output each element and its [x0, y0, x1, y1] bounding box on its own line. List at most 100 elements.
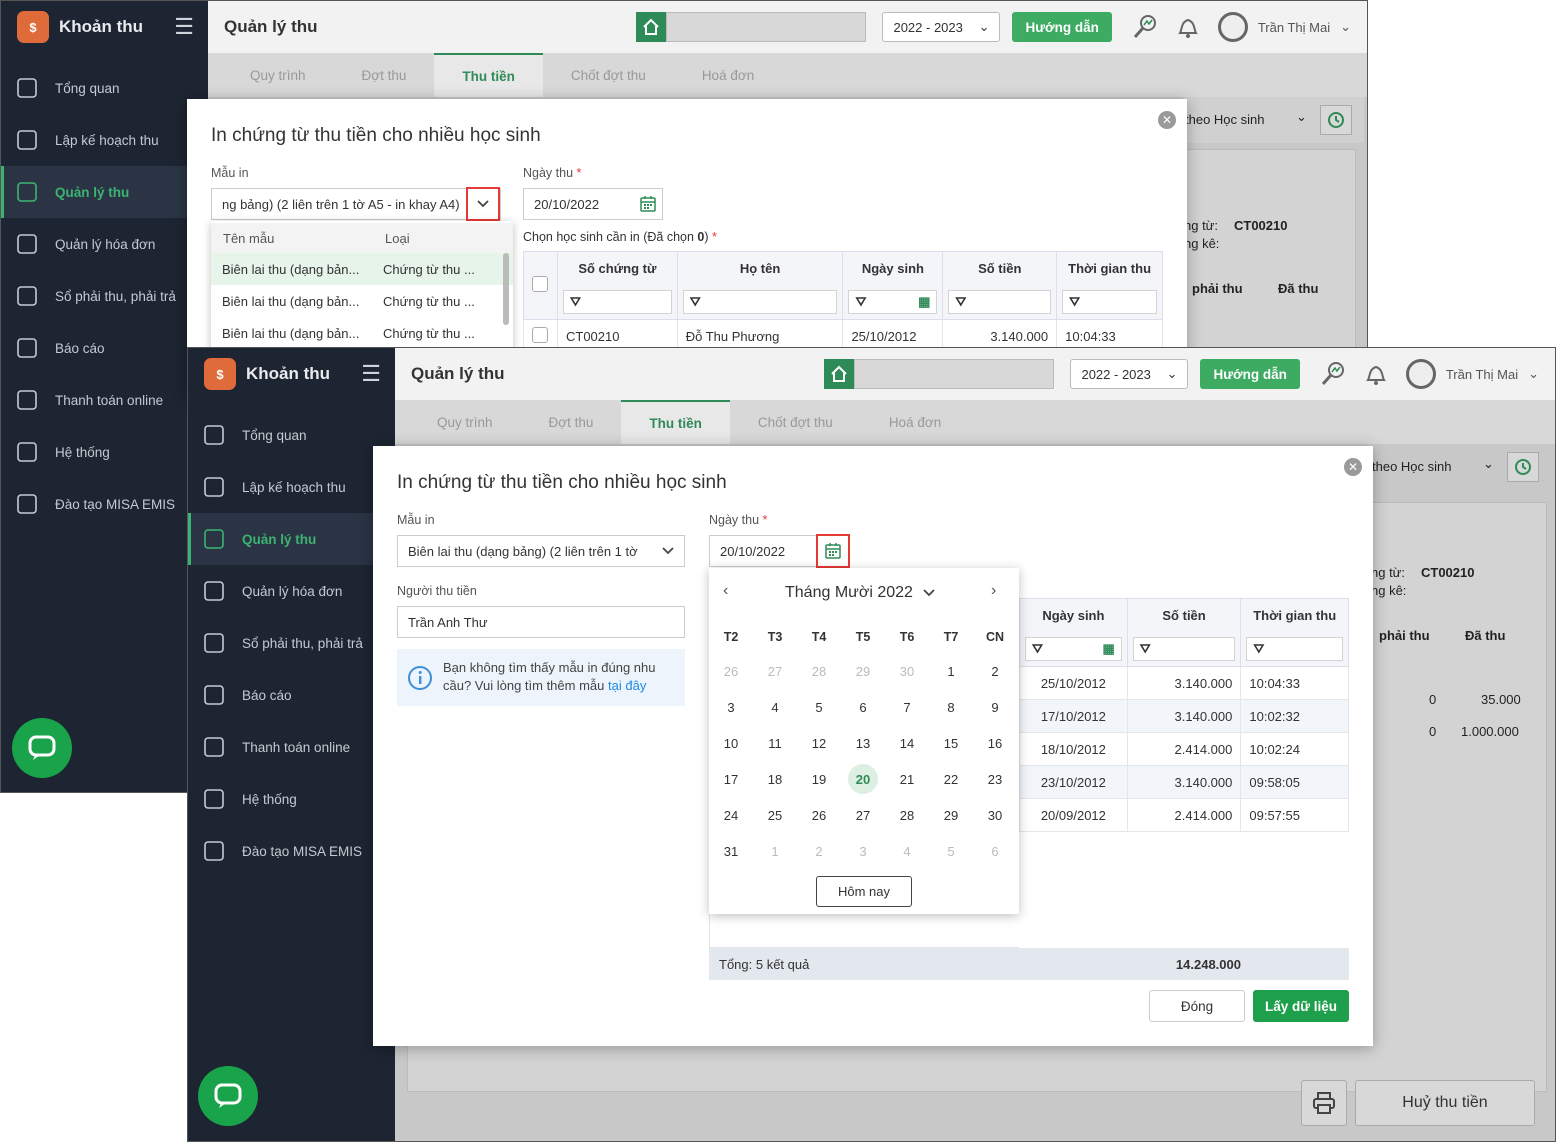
dropdown-option[interactable]: Biên lai thu (dạng bản... Chứng từ thu .… [211, 285, 513, 317]
select-all-checkbox[interactable] [532, 276, 549, 292]
dropdown-option[interactable]: Biên lai thu (dạng bản... Chứng từ thu .… [211, 317, 513, 349]
calendar-day[interactable]: 14 [892, 728, 922, 758]
tab[interactable]: Chốt đợt thu [730, 400, 861, 444]
chat-button[interactable] [198, 1066, 258, 1126]
voucher-filter[interactable]: ⛛ [562, 290, 672, 315]
calendar-day[interactable]: 26 [804, 800, 834, 830]
calendar-day[interactable]: 27 [848, 800, 878, 830]
calendar-day[interactable]: 25 [760, 800, 790, 830]
calendar-day[interactable]: 17 [716, 764, 746, 794]
dropdown-scrollbar[interactable] [503, 253, 509, 325]
time-filter[interactable]: ⛛ [1246, 637, 1343, 662]
calendar-day[interactable]: 8 [936, 692, 966, 722]
month-select[interactable]: Tháng Mười 2022 [785, 584, 935, 602]
year-select[interactable]: 2022 - 2023 ⌄ [882, 12, 1001, 42]
home-button[interactable] [636, 12, 667, 42]
tab[interactable]: Thu tiền [434, 53, 543, 97]
sidebar-item[interactable]: Báo cáo [1, 322, 208, 374]
chat-button[interactable] [12, 718, 72, 778]
table-row[interactable]: 25/10/2012 3.140.000 10:04:33 [1019, 666, 1349, 700]
year-select[interactable]: 2022 - 2023 ⌄ [1070, 359, 1189, 389]
tab[interactable]: Đợt thu [521, 400, 622, 444]
calendar-day[interactable]: 9 [980, 692, 1010, 722]
user-menu[interactable]: Trần Thị Mai ⌄ [1217, 12, 1351, 42]
history-icon[interactable] [1507, 452, 1539, 482]
amount-filter[interactable]: ⛛ [948, 290, 1052, 315]
sidebar-item[interactable]: Thanh toán online [1, 374, 208, 426]
sidebar-item[interactable]: Sổ phải thu, phải trả [1, 270, 208, 322]
calendar-day[interactable]: 13 [848, 728, 878, 758]
calendar-day[interactable]: 5 [936, 836, 966, 866]
template-select[interactable]: Biên lai thu (dạng bảng) (2 liên trên 1 … [397, 535, 685, 567]
row-checkbox[interactable] [532, 326, 549, 343]
calendar-day[interactable]: 27 [760, 656, 790, 686]
tab[interactable]: Hoá đơn [861, 400, 969, 444]
menu-icon[interactable]: ☰ [361, 361, 381, 387]
prev-month-icon[interactable]: ‹ [723, 582, 728, 600]
calendar-highlight-box[interactable] [816, 534, 850, 568]
dob-filter[interactable]: ⛛ ▦ [848, 290, 938, 315]
user-menu[interactable]: Trần Thị Mai ⌄ [1405, 359, 1539, 389]
tab[interactable]: Quy trình [409, 400, 521, 444]
calendar-day[interactable]: 11 [760, 728, 790, 758]
calendar-day[interactable]: 1 [936, 656, 966, 686]
search-analytics-icon[interactable] [1132, 14, 1158, 40]
calendar-day-selected[interactable]: 20 [848, 764, 878, 794]
name-filter[interactable]: ⛛ [682, 290, 838, 315]
calendar-day[interactable]: 22 [936, 764, 966, 794]
calendar-day[interactable]: 4 [892, 836, 922, 866]
tab[interactable]: Hoá đơn [674, 53, 782, 97]
dob-filter[interactable]: ⛛ ▦ [1025, 637, 1122, 662]
sidebar-item[interactable]: Báo cáo [188, 669, 395, 721]
calendar-day[interactable]: 28 [892, 800, 922, 830]
calendar-day[interactable]: 12 [804, 728, 834, 758]
tab[interactable]: Thu tiền [621, 400, 730, 444]
calendar-day[interactable]: 4 [760, 692, 790, 722]
sidebar-item[interactable]: Lập kế hoạch thu [1, 114, 208, 166]
bell-icon[interactable] [1176, 14, 1200, 40]
sidebar-item[interactable]: Tổng quan [1, 62, 208, 114]
calendar-day[interactable]: 30 [892, 656, 922, 686]
tab[interactable]: Chốt đợt thu [543, 53, 674, 97]
close-icon[interactable]: ✕ [1158, 111, 1176, 129]
calendar-day[interactable]: 15 [936, 728, 966, 758]
bell-icon[interactable] [1364, 361, 1388, 387]
table-row[interactable]: 17/10/2012 3.140.000 10:02:32 [1019, 699, 1349, 733]
calendar-day[interactable]: 6 [980, 836, 1010, 866]
calendar-day[interactable]: 18 [760, 764, 790, 794]
sidebar-item[interactable]: Quản lý thu [1, 166, 208, 218]
sidebar-item[interactable]: Đào tạo MISA EMIS [1, 478, 208, 530]
calendar-day[interactable]: 21 [892, 764, 922, 794]
tab[interactable]: Quy trình [222, 53, 334, 97]
menu-icon[interactable]: ☰ [174, 14, 194, 40]
calendar-day[interactable]: 29 [936, 800, 966, 830]
search-analytics-icon[interactable] [1320, 361, 1346, 387]
calendar-icon[interactable]: ▦ [918, 294, 930, 310]
sidebar-item[interactable]: Quản lý thu [188, 513, 395, 565]
history-icon[interactable] [1320, 105, 1352, 135]
dropdown-highlight-box[interactable] [466, 187, 500, 221]
calendar-day[interactable]: 24 [716, 800, 746, 830]
sidebar-item[interactable]: Lập kế hoạch thu [188, 461, 395, 513]
calendar-day[interactable]: 5 [804, 692, 834, 722]
calendar-day[interactable]: 23 [980, 764, 1010, 794]
find-template-link[interactable]: tại đây [608, 678, 646, 693]
fetch-data-button[interactable]: Lấy dữ liệu [1253, 990, 1349, 1022]
next-month-icon[interactable]: › [991, 582, 996, 600]
print-button[interactable] [1301, 1080, 1347, 1126]
guide-button[interactable]: Hướng dẫn [1200, 359, 1300, 389]
table-row[interactable]: 18/10/2012 2.414.000 10:02:24 [1019, 732, 1349, 766]
sidebar-item[interactable]: Hệ thống [1, 426, 208, 478]
sidebar-item[interactable]: Tổng quan [188, 409, 395, 461]
calendar-day[interactable]: 16 [980, 728, 1010, 758]
calendar-day[interactable]: 29 [848, 656, 878, 686]
sidebar-item[interactable]: Đào tạo MISA EMIS [188, 825, 395, 877]
sidebar-item[interactable]: Hệ thống [188, 773, 395, 825]
time-filter[interactable]: ⛛ [1062, 290, 1157, 315]
sidebar-item[interactable]: Thanh toán online [188, 721, 395, 773]
calendar-day[interactable]: 30 [980, 800, 1010, 830]
calendar-day[interactable]: 28 [804, 656, 834, 686]
close-button[interactable]: Đóng [1149, 990, 1245, 1022]
today-button[interactable]: Hôm nay [816, 876, 912, 907]
dropdown-option[interactable]: Biên lai thu (dạng bản... Chứng từ thu .… [211, 253, 513, 285]
